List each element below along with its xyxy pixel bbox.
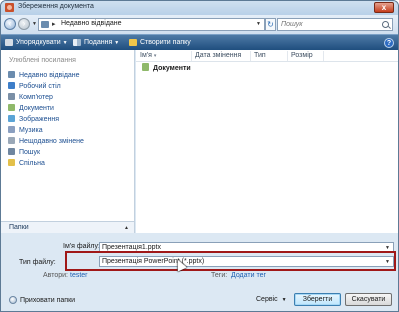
nav-item-label: Спільна: [19, 160, 45, 167]
breadcrumb-separator: ▸: [52, 21, 56, 28]
save-form: Ім'я файлу: ▼ Тип файлу: Презентація Pow…: [1, 233, 398, 311]
list-item[interactable]: Документи: [142, 63, 191, 74]
nav-item-label: Музика: [19, 127, 43, 134]
nav-item-2[interactable]: Комп'ютер: [8, 92, 84, 103]
views-icon: [73, 38, 81, 46]
column-type-label: Тип: [254, 52, 266, 59]
chevron-up-icon[interactable]: ▲: [124, 225, 129, 231]
chevron-down-icon: ▼: [62, 40, 68, 46]
authors-label: Автори:: [43, 272, 69, 279]
nav-item-8[interactable]: Спільна: [8, 158, 84, 169]
nav-item-label: Недавно відвідане: [19, 72, 80, 79]
refresh-button[interactable]: ↻: [265, 18, 276, 31]
search-input[interactable]: [278, 19, 378, 30]
music-icon: [8, 126, 15, 133]
nav-item-label: Пошук: [19, 149, 41, 156]
column-date-label: Дата змінення: [195, 52, 242, 59]
forward-button[interactable]: ›: [18, 18, 30, 30]
address-dropdown-icon[interactable]: ▼: [256, 21, 261, 27]
close-button[interactable]: x: [374, 2, 394, 13]
views-label: Подання: [84, 39, 113, 46]
window-title: Збереження документа: [18, 3, 94, 10]
toolbar: Упорядкувати ▼ Подання ▼ Створити папку ?: [1, 34, 398, 50]
breadcrumb-current[interactable]: Недавно відвідане: [61, 20, 122, 27]
column-header-row: Ім'я ▾ Дата змінення Тип Розмір: [136, 50, 398, 62]
folders-label: Папки: [9, 224, 29, 231]
nav-item-3[interactable]: Документи: [8, 103, 84, 114]
tools-label: Сервіс: [256, 296, 278, 303]
organize-icon: [5, 38, 13, 46]
documents-icon: [8, 104, 15, 111]
tags-label: Теги:: [211, 272, 228, 279]
search-folder-icon: [8, 148, 15, 155]
hide-folders-button[interactable]: Приховати папки: [9, 296, 75, 304]
column-date-modified[interactable]: Дата змінення: [192, 51, 251, 61]
chevron-down-icon: ▼: [281, 297, 287, 303]
list-item-label: Документи: [153, 65, 191, 72]
nav-item-0[interactable]: Недавно відвідане: [8, 70, 84, 81]
recent-places-icon: [8, 71, 15, 78]
search-icon[interactable]: [382, 21, 389, 28]
navigation-pane: Улюблені посилання Недавно відвідане Робо…: [1, 50, 135, 233]
add-tag-link[interactable]: Додати тег: [231, 272, 266, 279]
search-box[interactable]: [277, 18, 393, 31]
nav-item-7[interactable]: Пошук: [8, 147, 84, 158]
new-folder-button[interactable]: Створити папку: [129, 37, 191, 49]
save-button[interactable]: Зберегти: [294, 293, 341, 306]
organize-button[interactable]: Упорядкувати ▼: [5, 37, 68, 49]
column-size[interactable]: Розмір: [288, 51, 324, 61]
favorite-links-list: Недавно відвідане Робочий стіл Комп'ютер До…: [8, 70, 84, 169]
title-bar: Збереження документа x: [1, 1, 398, 15]
organize-label: Упорядкувати: [16, 39, 61, 46]
nav-item-label: Зображення: [19, 116, 60, 123]
chevron-up-icon: [9, 296, 17, 304]
hide-folders-label: Приховати папки: [20, 297, 76, 304]
chevron-down-icon: ▾: [153, 53, 157, 59]
tools-button[interactable]: Сервіс ▼: [256, 296, 287, 303]
pictures-icon: [8, 115, 15, 122]
favorite-links-heading: Улюблені посилання: [9, 57, 76, 64]
nav-item-label: Комп'ютер: [19, 94, 53, 101]
filename-label: Ім'я файлу:: [63, 243, 100, 250]
filetype-label: Тип файлу:: [19, 259, 56, 266]
save-document-dialog: Збереження документа x ‹ › ▼ ▸ Недавно в…: [0, 0, 399, 312]
nav-item-5[interactable]: Музика: [8, 125, 84, 136]
new-folder-label: Створити папку: [140, 39, 191, 46]
nav-item-label: Документи: [19, 105, 54, 112]
recently-changed-icon: [8, 137, 15, 144]
help-button[interactable]: ?: [384, 38, 394, 48]
public-folder-icon: [8, 159, 15, 166]
nav-item-6[interactable]: Нещодавно змінене: [8, 136, 84, 147]
back-button[interactable]: ‹: [4, 18, 16, 30]
column-name-label: Ім'я: [140, 52, 152, 59]
recent-pages-dropdown-icon[interactable]: ▼: [32, 21, 37, 27]
column-type[interactable]: Тип: [251, 51, 288, 61]
address-row: ‹ › ▼ ▸ Недавно відвідане ▼ ↻: [1, 15, 398, 34]
file-list: Ім'я ▾ Дата змінення Тип Розмір Документи: [136, 50, 398, 233]
authors-link[interactable]: tester: [70, 272, 88, 279]
column-size-label: Розмір: [291, 52, 313, 59]
chevron-down-icon: ▼: [114, 40, 120, 46]
column-name[interactable]: Ім'я ▾: [137, 51, 192, 61]
computer-icon: [8, 93, 15, 100]
powerpoint-app-icon: [5, 3, 14, 12]
views-button[interactable]: Подання ▼: [73, 37, 119, 49]
new-folder-icon: [129, 38, 137, 46]
filetype-highlight-box: [65, 251, 396, 271]
folder-icon: [41, 21, 49, 28]
nav-item-label: Нещодавно змінене: [19, 138, 84, 145]
desktop-icon: [8, 82, 15, 89]
folders-bar[interactable]: Папки ▲: [1, 221, 134, 233]
nav-item-4[interactable]: Зображення: [8, 114, 84, 125]
nav-item-label: Робочий стіл: [19, 83, 61, 90]
address-bar[interactable]: ▸ Недавно відвідане ▼: [38, 18, 265, 31]
cancel-button[interactable]: Скасувати: [345, 293, 392, 306]
nav-item-1[interactable]: Робочий стіл: [8, 81, 84, 92]
documents-folder-icon: [142, 63, 149, 71]
